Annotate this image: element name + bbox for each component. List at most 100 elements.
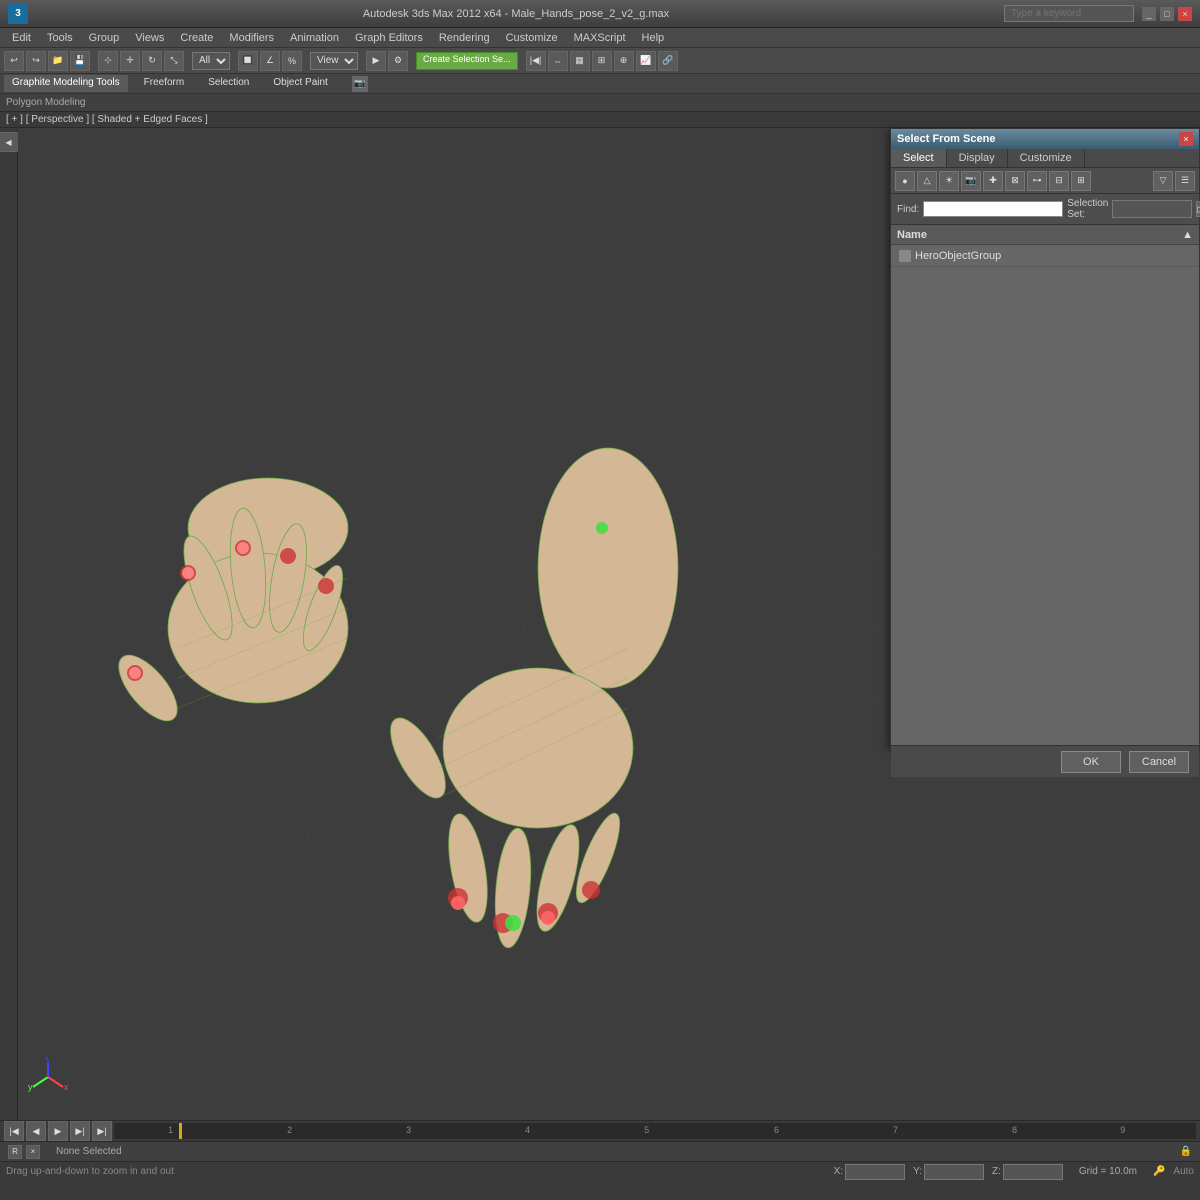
tb-align[interactable]: ⊞ <box>592 51 612 71</box>
dialog-icon-filter[interactable]: ▽ <box>1153 171 1173 191</box>
last-frame-btn[interactable]: ▶| <box>92 1121 112 1141</box>
timeline-track[interactable]: 1 2 3 4 5 6 7 8 9 <box>114 1123 1196 1139</box>
tb-undo[interactable]: ↩ <box>4 51 24 71</box>
dialog-icon-sphere[interactable]: ● <box>895 171 915 191</box>
window-title: Autodesk 3ds Max 2012 x64 - Male_Hands_p… <box>28 8 1004 20</box>
menu-group[interactable]: Group <box>81 30 128 46</box>
lock-icon-area: 🔒 <box>1180 1146 1192 1157</box>
status-close-btn[interactable]: × <box>26 1145 40 1159</box>
y-input[interactable] <box>924 1164 984 1180</box>
tb-curve-editor[interactable]: 📈 <box>636 51 656 71</box>
cancel-button[interactable]: Cancel <box>1129 751 1189 773</box>
graphite-bar: Graphite Modeling Tools Freeform Selecti… <box>0 74 1200 94</box>
tb-angle-snap[interactable]: ∠ <box>260 51 280 71</box>
tb-schematic[interactable]: 🔗 <box>658 51 678 71</box>
menu-modifiers[interactable]: Modifiers <box>221 30 282 46</box>
play-btn[interactable]: ▶ <box>48 1121 68 1141</box>
menu-edit[interactable]: Edit <box>4 30 39 46</box>
maximize-button[interactable]: □ <box>1160 7 1174 21</box>
hint-text: Drag up-and-down to zoom in and out <box>6 1166 174 1177</box>
minimize-button[interactable]: _ <box>1142 7 1156 21</box>
z-coord-field: Z: <box>992 1164 1063 1180</box>
dialog-icon-geo[interactable]: △ <box>917 171 937 191</box>
timeline-num-6: 6 <box>774 1125 779 1135</box>
main-container: 3 Autodesk 3ds Max 2012 x64 - Male_Hands… <box>0 0 1200 1200</box>
dialog-icon-group[interactable]: ⊟ <box>1049 171 1069 191</box>
axis-svg: x y z <box>28 1057 68 1097</box>
z-label: Z: <box>992 1166 1001 1177</box>
dialog-icon-xref[interactable]: ⊞ <box>1071 171 1091 191</box>
find-input[interactable] <box>923 201 1063 217</box>
menu-graph-editors[interactable]: Graph Editors <box>347 30 431 46</box>
graphite-tab-selection[interactable]: Selection <box>200 75 257 92</box>
dialog-icon-bone[interactable]: ⊶ <box>1027 171 1047 191</box>
dialog-footer: OK Cancel <box>891 745 1199 777</box>
dialog-tab-select[interactable]: Select <box>891 149 947 167</box>
menu-customize[interactable]: Customize <box>498 30 566 46</box>
object-list[interactable]: HeroObjectGroup <box>891 245 1199 745</box>
menu-help[interactable]: Help <box>634 30 673 46</box>
scene-dialog: Select From Scene × Select Display Custo… <box>890 128 1200 748</box>
dialog-tab-display[interactable]: Display <box>947 149 1008 167</box>
tb-rotate[interactable]: ↻ <box>142 51 162 71</box>
tb-move[interactable]: ✛ <box>120 51 140 71</box>
object-name-hero: HeroObjectGroup <box>915 250 1001 262</box>
tb-filter-select[interactable]: All <box>192 52 230 70</box>
ok-button[interactable]: OK <box>1061 751 1121 773</box>
status-icon-btn[interactable]: R <box>8 1145 22 1159</box>
dialog-icon-options[interactable]: ☰ <box>1175 171 1195 191</box>
tb-save[interactable]: 💾 <box>70 51 90 71</box>
sel-set-icon1[interactable]: ▷ <box>1196 201 1200 217</box>
menu-rendering[interactable]: Rendering <box>431 30 498 46</box>
dialog-titlebar: Select From Scene × <box>891 129 1199 149</box>
tb-snap[interactable]: 🔲 <box>238 51 258 71</box>
tb-mirror[interactable]: ⇔ <box>548 51 568 71</box>
status-text: None Selected <box>56 1146 122 1157</box>
close-button[interactable]: × <box>1178 7 1192 21</box>
graphite-tab-object-paint[interactable]: Object Paint <box>265 75 335 92</box>
graphite-tab-modeling[interactable]: Graphite Modeling Tools <box>4 75 128 92</box>
timeline-num-4: 4 <box>525 1125 530 1135</box>
menu-animation[interactable]: Animation <box>282 30 347 46</box>
tb-select[interactable]: ⊹ <box>98 51 118 71</box>
x-label: X: <box>834 1166 843 1177</box>
dialog-icon-helper[interactable]: ✚ <box>983 171 1003 191</box>
tb-render-setup[interactable]: ⚙ <box>388 51 408 71</box>
tb-open[interactable]: 📁 <box>48 51 68 71</box>
toolbar-area: ↩ ↪ 📁 💾 ⊹ ✛ ↻ ⤡ All 🔲 ∠ % View ▶ ⚙ Creat… <box>0 48 1200 74</box>
menu-create[interactable]: Create <box>172 30 221 46</box>
viewport-label-text: [ + ] [ Perspective ] [ Shaded + Edged F… <box>6 114 208 125</box>
dialog-icon-space[interactable]: ⊠ <box>1005 171 1025 191</box>
tb-view-select[interactable]: View <box>310 52 358 70</box>
tb-named-select[interactable]: |◀| <box>526 51 546 71</box>
tb-percent-snap[interactable]: % <box>282 51 302 71</box>
menu-views[interactable]: Views <box>127 30 172 46</box>
step-fwd-btn[interactable]: ▶| <box>70 1121 90 1141</box>
dialog-icon-light[interactable]: ☀ <box>939 171 959 191</box>
graphite-tab-freeform[interactable]: Freeform <box>136 75 193 92</box>
prev-frame-btn[interactable]: |◀ <box>4 1121 24 1141</box>
z-input[interactable] <box>1003 1164 1063 1180</box>
tb-scale[interactable]: ⤡ <box>164 51 184 71</box>
object-row-hero[interactable]: HeroObjectGroup <box>891 245 1199 267</box>
search-input[interactable] <box>1004 5 1134 22</box>
dialog-tab-customize[interactable]: Customize <box>1008 149 1085 167</box>
camera-icon[interactable]: 📷 <box>352 76 368 92</box>
tb-array[interactable]: ▦ <box>570 51 590 71</box>
dialog-icon-bar: ● △ ☀ 📷 ✚ ⊠ ⊶ ⊟ ⊞ ▽ ☰ <box>891 168 1199 194</box>
tb-redo[interactable]: ↪ <box>26 51 46 71</box>
menu-bar: Edit Tools Group Views Create Modifiers … <box>0 28 1200 48</box>
tb-layer[interactable]: ⊕ <box>614 51 634 71</box>
dialog-icon-camera[interactable]: 📷 <box>961 171 981 191</box>
tb-create-selection[interactable]: Create Selection Se... <box>416 52 518 70</box>
tb-render[interactable]: ▶ <box>366 51 386 71</box>
x-input[interactable] <box>845 1164 905 1180</box>
step-back-btn[interactable]: ◀ <box>26 1121 46 1141</box>
dialog-close-button[interactable]: × <box>1179 132 1193 146</box>
axis-indicator: x y z <box>28 1057 68 1100</box>
selection-set-input[interactable] <box>1112 200 1192 218</box>
menu-maxscript[interactable]: MAXScript <box>566 30 634 46</box>
menu-tools[interactable]: Tools <box>39 30 81 46</box>
timeline-num-8: 8 <box>1012 1125 1017 1135</box>
left-panel-btn1[interactable]: ◀ <box>0 132 19 152</box>
